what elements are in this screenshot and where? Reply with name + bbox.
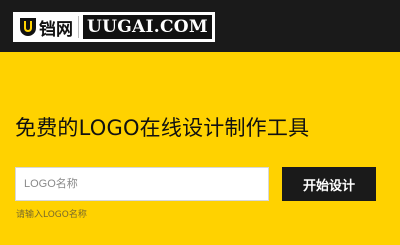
top-bar: 铛网 UUGAI.COM	[0, 0, 400, 52]
page-title: 免费的LOGO在线设计制作工具	[15, 116, 310, 140]
start-design-button[interactable]: 开始设计	[282, 167, 376, 201]
logo-name-input[interactable]	[15, 167, 269, 201]
shield-u-icon	[18, 17, 38, 37]
logo-divider	[78, 16, 79, 38]
site-logo[interactable]: 铛网 UUGAI.COM	[13, 12, 215, 42]
input-hint: 请输入LOGO名称	[16, 210, 87, 220]
logo-chinese-text: 铛网	[39, 19, 73, 40]
logo-domain-text: UUGAI.COM	[83, 15, 212, 39]
